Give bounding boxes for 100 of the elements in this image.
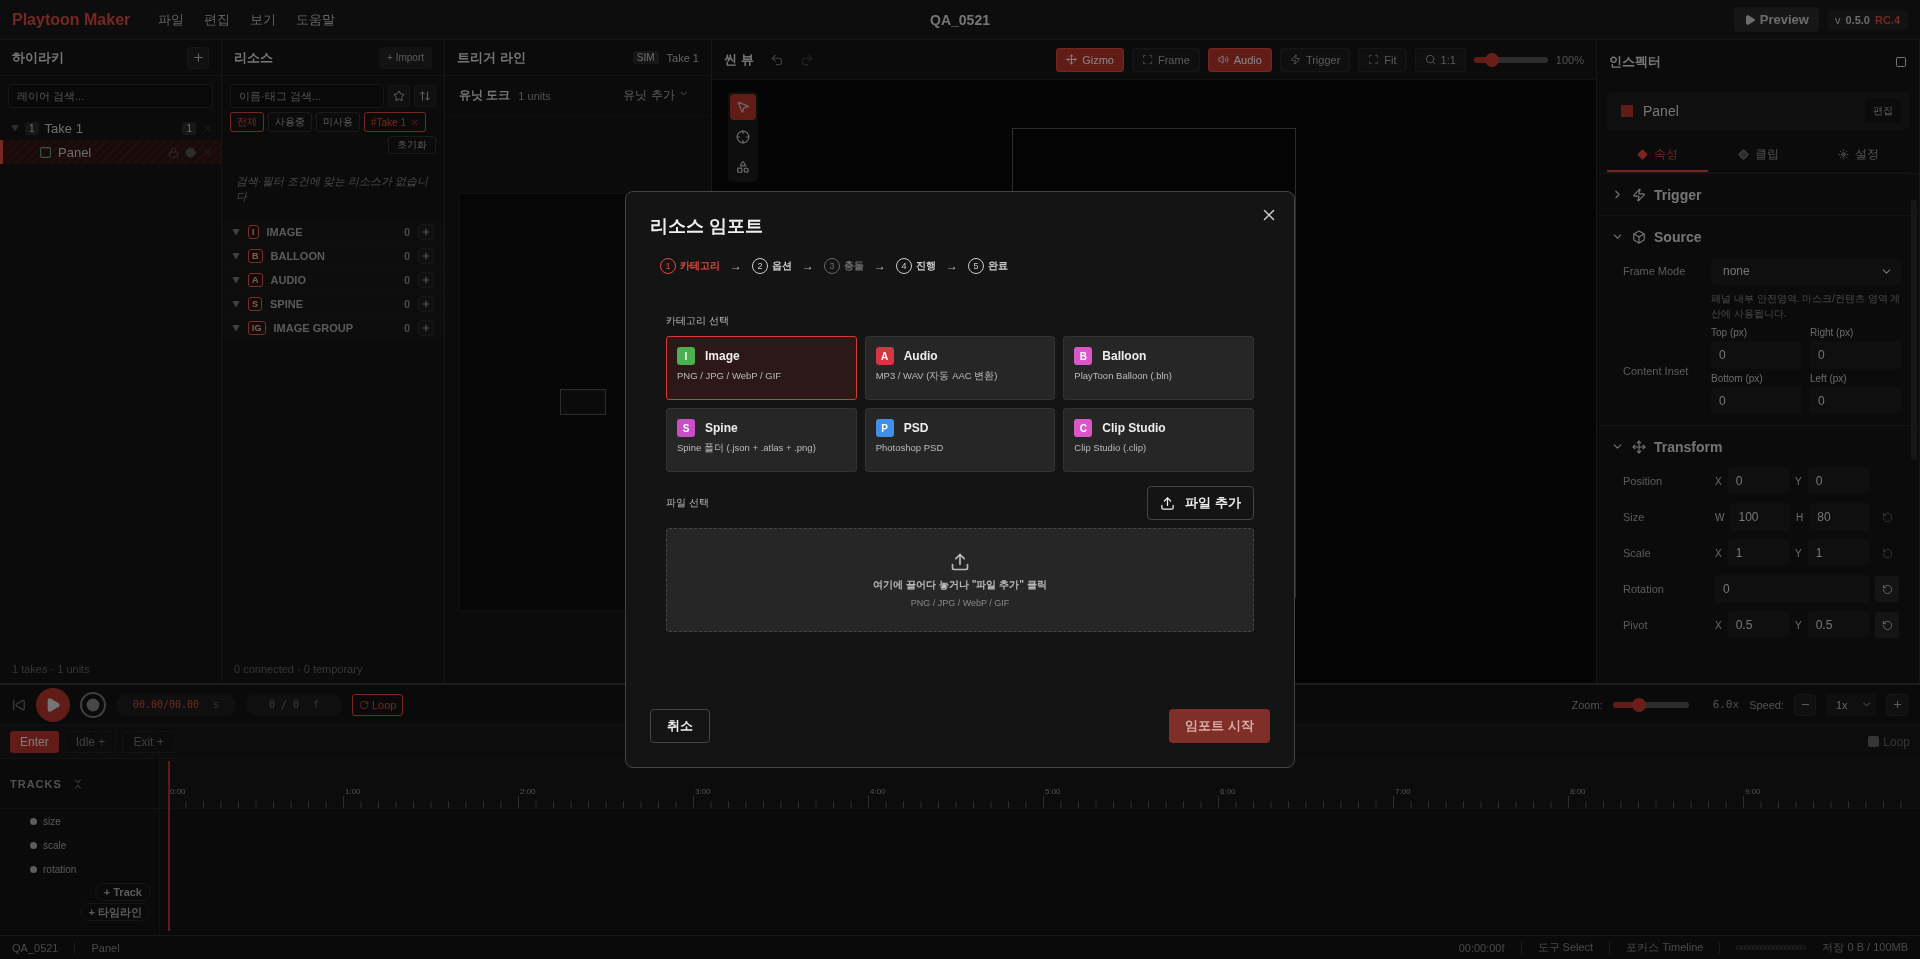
inset-field[interactable]: 0 [1711,387,1802,415]
square-icon[interactable] [1895,56,1907,68]
drop-zone[interactable]: 여기에 끌어다 놓거나 "파일 추가" 클릭 PNG / JPG / WebP / GIF [666,528,1254,632]
sort-button[interactable] [414,85,436,107]
tag-chip[interactable]: #Take 1 [364,112,427,132]
inset-field[interactable]: 0 [1810,387,1901,415]
tree-item[interactable]: Panel [0,140,221,164]
menu-item[interactable]: 보기 [240,10,287,29]
field-label: Scale [1623,547,1652,559]
inset-field[interactable]: 0 [1810,341,1901,369]
version-number: 0.5.0 [1845,13,1870,26]
slider-thumb[interactable] [1632,697,1647,712]
edit-button[interactable]: 편집 [1865,99,1901,123]
tool-icon [736,100,750,114]
value-field[interactable]: 0.5 [1727,611,1789,639]
status-focus: 포커스 Timeline [1626,940,1704,955]
category-name: Audio [903,349,938,363]
track-item[interactable]: rotation [43,863,77,875]
category-card[interactable]: A Audio MP3 / WAV (자동 AAC 변환) [864,336,1056,400]
filter-chip[interactable]: 미사용 [316,112,360,132]
palette-tool[interactable] [730,94,756,120]
tool-toggle[interactable]: Audio [1207,47,1272,72]
close-icon[interactable] [202,146,213,158]
value-field[interactable]: 100 [1730,503,1791,531]
menu-item[interactable]: 도움말 [286,10,346,29]
plus-icon [421,226,431,237]
menu-item[interactable]: 편집 [194,10,241,29]
import-button[interactable]: + Import [379,46,432,69]
track-item[interactable]: size [43,815,61,827]
inset-field[interactable]: 0 [1711,341,1802,369]
filter-chip[interactable]: 사용중 [268,112,312,132]
visibility-dot-icon[interactable] [185,146,196,158]
reset-button[interactable]: 초기화 [388,136,436,154]
value-field[interactable]: 1 [1727,539,1789,567]
play-button[interactable] [36,687,70,722]
add-file-button[interactable]: 파일 추가 [1147,486,1254,520]
group-label: IMAGE GROUP [273,321,353,334]
inspector-tab[interactable]: 클립 [1707,138,1809,172]
add-button[interactable] [418,271,434,288]
tool-toggle[interactable]: Gizmo [1056,47,1124,72]
increase-button[interactable] [1886,693,1908,716]
reset-button[interactable] [1875,612,1899,638]
frame-mode-select[interactable]: none [1711,257,1901,285]
add-button[interactable] [418,247,434,264]
redo-icon[interactable] [799,52,814,67]
tool-toggle[interactable]: Frame [1131,47,1200,72]
reset-button[interactable] [1875,576,1899,602]
group-label: SPINE [270,297,304,310]
category-card[interactable]: P PSD Photoshop PSD [864,408,1056,472]
record-button[interactable] [80,691,106,718]
add-unit-dropdown[interactable]: 유닛 추가 [615,86,697,105]
group-count: 0 [403,321,410,334]
dock-title: 유닛 도크 [459,87,511,104]
clip-tab[interactable]: Enter [10,730,59,753]
value-field[interactable]: 0 [1807,467,1869,495]
inspector-tab[interactable]: 속성 [1607,138,1708,172]
category-card[interactable]: I Image PNG / JPG / WebP / GIF [666,336,857,400]
category-badge: B [1074,347,1093,365]
undo-icon[interactable] [769,52,784,67]
category-badge: I [677,347,695,365]
ruler-label: 1:00 [344,787,362,796]
category-card[interactable]: B Balloon PlayToon Balloon (.bln) [1063,336,1254,400]
tool-toggle[interactable]: Trigger [1279,47,1351,72]
axis-label: Y [1795,619,1802,631]
tool-icon [736,130,750,144]
tool-icon [736,160,750,174]
add-button[interactable] [418,319,434,336]
decrease-button[interactable] [1794,693,1816,716]
preview-button[interactable]: Preview [1733,7,1819,32]
inspector-tab[interactable]: 설정 [1808,138,1909,172]
category-card[interactable]: S Spine Spine 폴더 (.json + .atlas + .png) [666,408,857,472]
loop-button[interactable]: Loop [352,693,404,716]
favorite-button[interactable] [388,85,410,107]
add-button[interactable] [418,295,434,312]
value-field[interactable]: 0 [1727,467,1789,495]
close-icon[interactable] [202,122,213,134]
category-description: Photoshop PSD [875,442,945,453]
add-button[interactable] [418,223,434,240]
skip-back-icon[interactable] [12,697,26,712]
search-field[interactable]: 레이어 검색... [8,84,213,108]
add-button[interactable] [187,46,209,69]
track-item[interactable]: scale [43,839,67,851]
lock-icon[interactable] [168,146,179,158]
panel-title: 인스펙터 [1609,53,1661,71]
value-field[interactable]: 0.5 [1807,611,1869,639]
value-field[interactable]: 80 [1809,503,1869,531]
drop-formats: PNG / JPG / WebP / GIF [910,598,1010,608]
value-field[interactable]: 0 [1715,575,1869,603]
search-field[interactable]: 이름·태그 검색... [230,84,384,108]
cancel-button[interactable]: 취소 [650,709,710,743]
slider-thumb[interactable] [1485,52,1500,67]
value-field[interactable]: 1 [1807,539,1869,567]
tree-item[interactable]: 1 Take 1 1 [0,116,221,140]
filter-chip[interactable]: 전체 [230,112,264,132]
category-card[interactable]: C Clip Studio Clip Studio (.clip) [1063,408,1254,472]
menu-item[interactable]: 파일 [148,10,195,29]
fit-button[interactable]: Fit [1358,47,1407,72]
speed-select[interactable]: 1x [1826,693,1876,716]
caret-icon [232,275,240,284]
zoom-reset-button[interactable]: 1:1 [1414,47,1466,72]
